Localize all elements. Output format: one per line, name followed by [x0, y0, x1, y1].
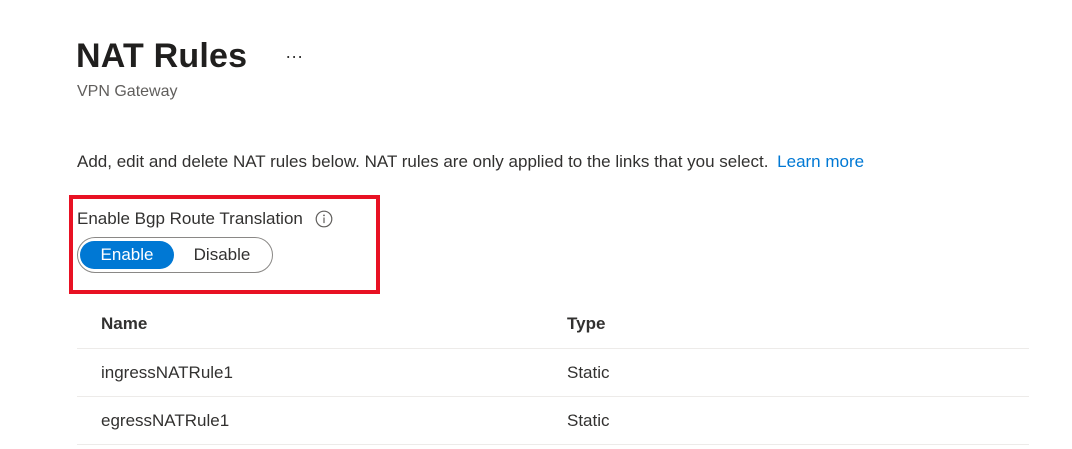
table-row[interactable]: egressNATRule1 Static	[77, 397, 1029, 445]
nat-rules-table: Name Type ingressNATRule1 Static egressN…	[77, 300, 1029, 445]
description-body: Add, edit and delete NAT rules below. NA…	[77, 152, 769, 171]
page-title: NAT Rules	[76, 37, 248, 75]
title-row: NAT Rules ···	[76, 34, 307, 78]
description-text: Add, edit and delete NAT rules below. NA…	[77, 152, 864, 172]
table-row[interactable]: ingressNATRule1 Static	[77, 349, 1029, 397]
bgp-translation-label-row: Enable Bgp Route Translation	[77, 209, 333, 229]
more-options-button[interactable]: ···	[281, 34, 307, 78]
info-icon[interactable]	[315, 210, 333, 228]
bgp-translation-toggle: Enable Disable	[77, 237, 273, 273]
page-subtitle: VPN Gateway	[77, 83, 178, 100]
learn-more-link[interactable]: Learn more	[777, 152, 864, 171]
column-header-type[interactable]: Type	[567, 314, 605, 334]
bgp-translation-label: Enable Bgp Route Translation	[77, 209, 303, 228]
rule-type-cell: Static	[567, 362, 610, 382]
rule-name-cell: ingressNATRule1	[101, 362, 233, 382]
column-header-name[interactable]: Name	[77, 314, 567, 334]
rule-name-cell: egressNATRule1	[101, 410, 230, 430]
disable-option[interactable]: Disable	[174, 241, 270, 269]
nat-rules-page: NAT Rules ··· VPN Gateway Add, edit and …	[0, 0, 1072, 449]
enable-option[interactable]: Enable	[80, 241, 174, 269]
table-header-row: Name Type	[77, 300, 1029, 349]
rule-type-cell: Static	[567, 410, 610, 430]
